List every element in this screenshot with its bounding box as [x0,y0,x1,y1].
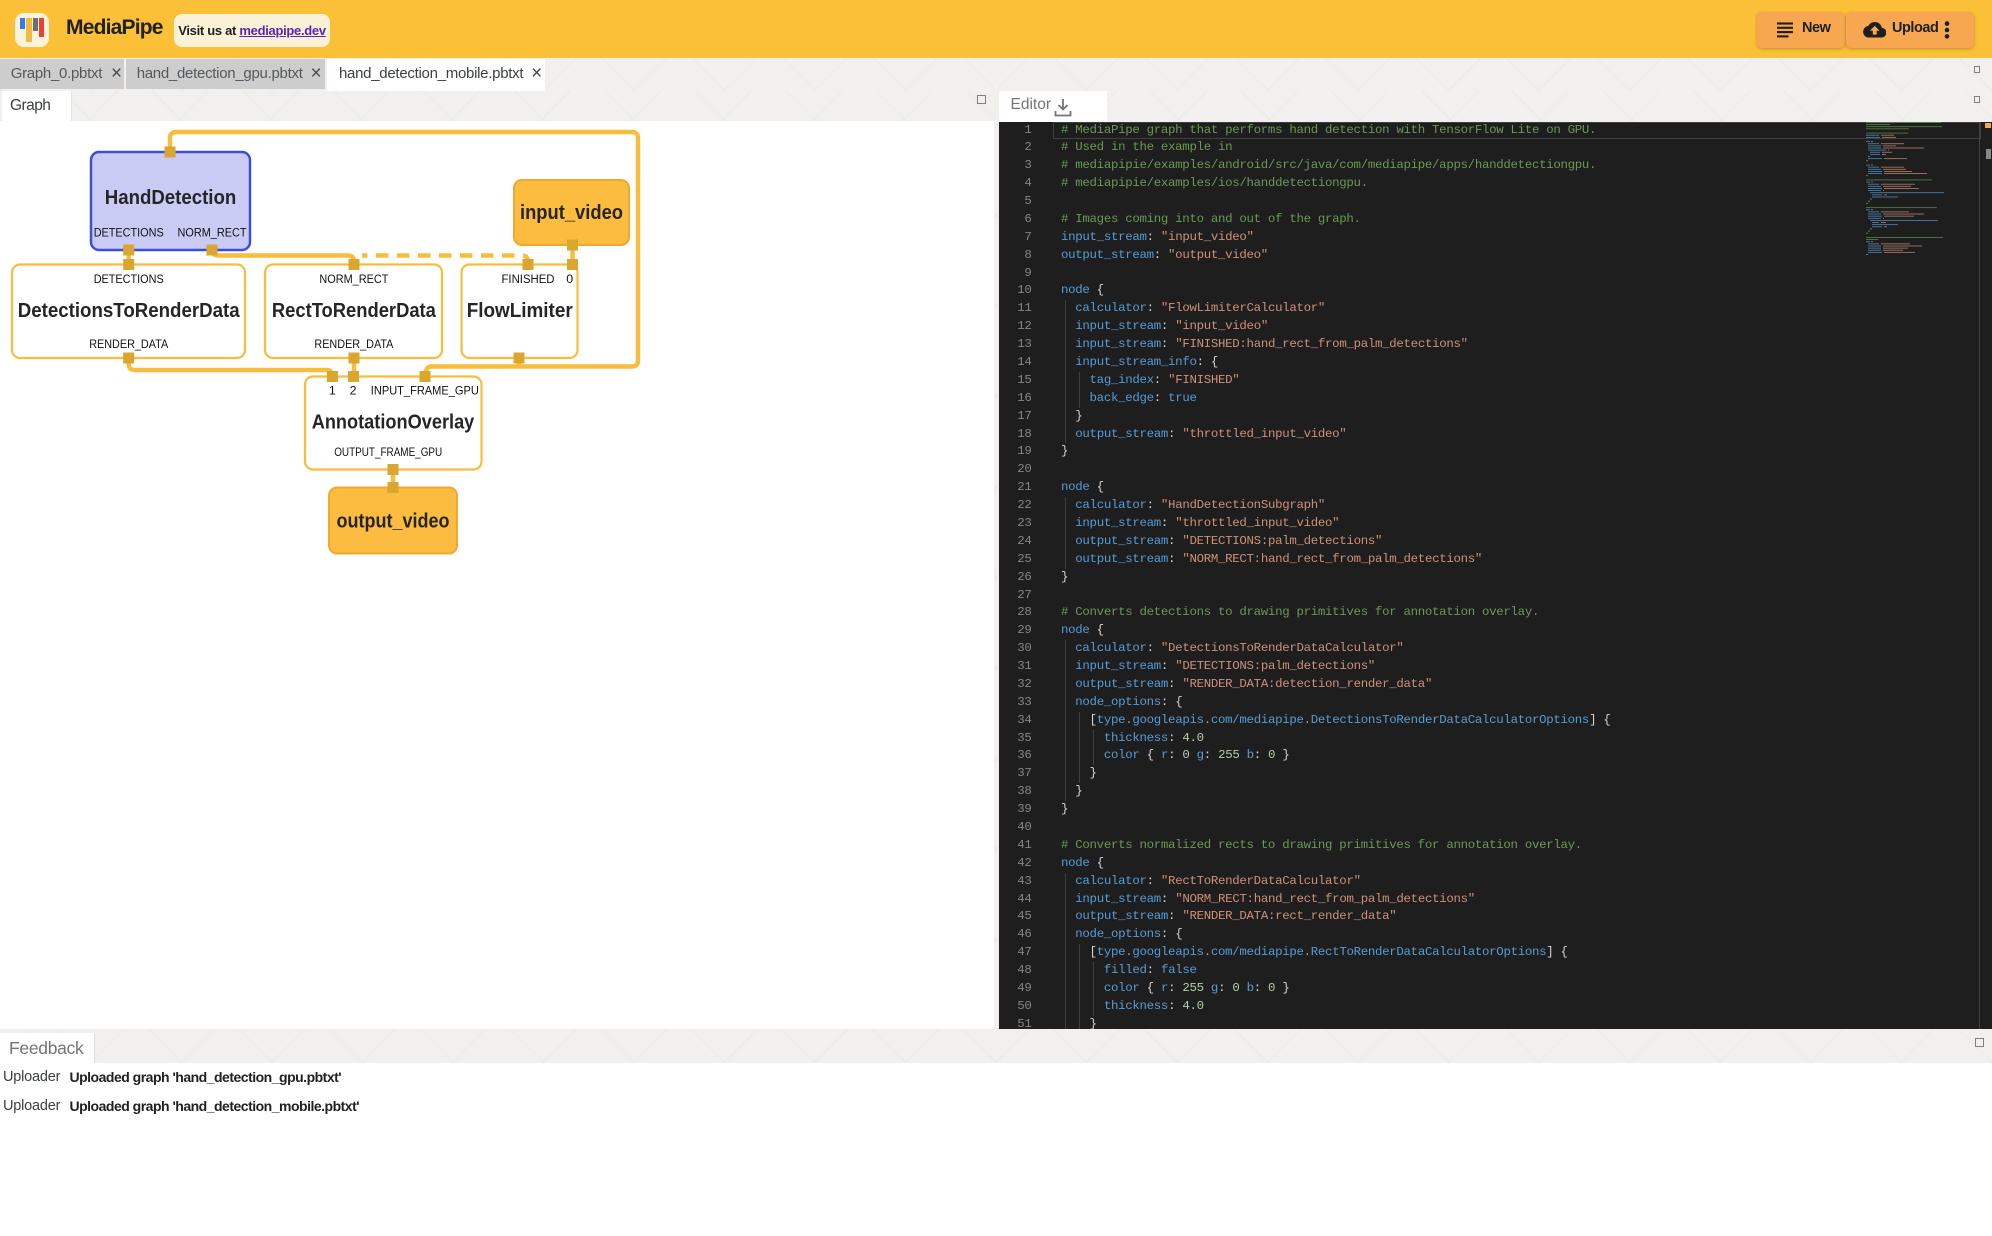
svg-text:RectToRenderData: RectToRenderData [272,299,437,322]
svg-text:2: 2 [350,384,357,398]
svg-text:DetectionsToRenderData: DetectionsToRenderData [18,299,241,322]
svg-text:1: 1 [329,384,336,398]
svg-text:FINISHED: FINISHED [502,272,555,286]
svg-text:NORM_RECT: NORM_RECT [178,226,247,240]
svg-text:AnnotationOverlay: AnnotationOverlay [312,411,475,434]
svg-text:output_video: output_video [337,510,450,533]
svg-text:HandDetection: HandDetection [105,186,237,209]
svg-text:RENDER_DATA: RENDER_DATA [89,337,169,351]
svg-text:FlowLimiter: FlowLimiter [467,299,573,322]
svg-text:RENDER_DATA: RENDER_DATA [314,337,394,351]
svg-text:OUTPUT_FRAME_GPU: OUTPUT_FRAME_GPU [334,445,442,459]
svg-text:DETECTIONS: DETECTIONS [94,272,164,286]
svg-text:NORM_RECT: NORM_RECT [319,272,388,286]
svg-text:DETECTIONS: DETECTIONS [94,226,164,240]
svg-text:0: 0 [566,272,573,286]
svg-text:input_video: input_video [520,201,623,224]
svg-text:INPUT_FRAME_GPU: INPUT_FRAME_GPU [371,384,479,398]
